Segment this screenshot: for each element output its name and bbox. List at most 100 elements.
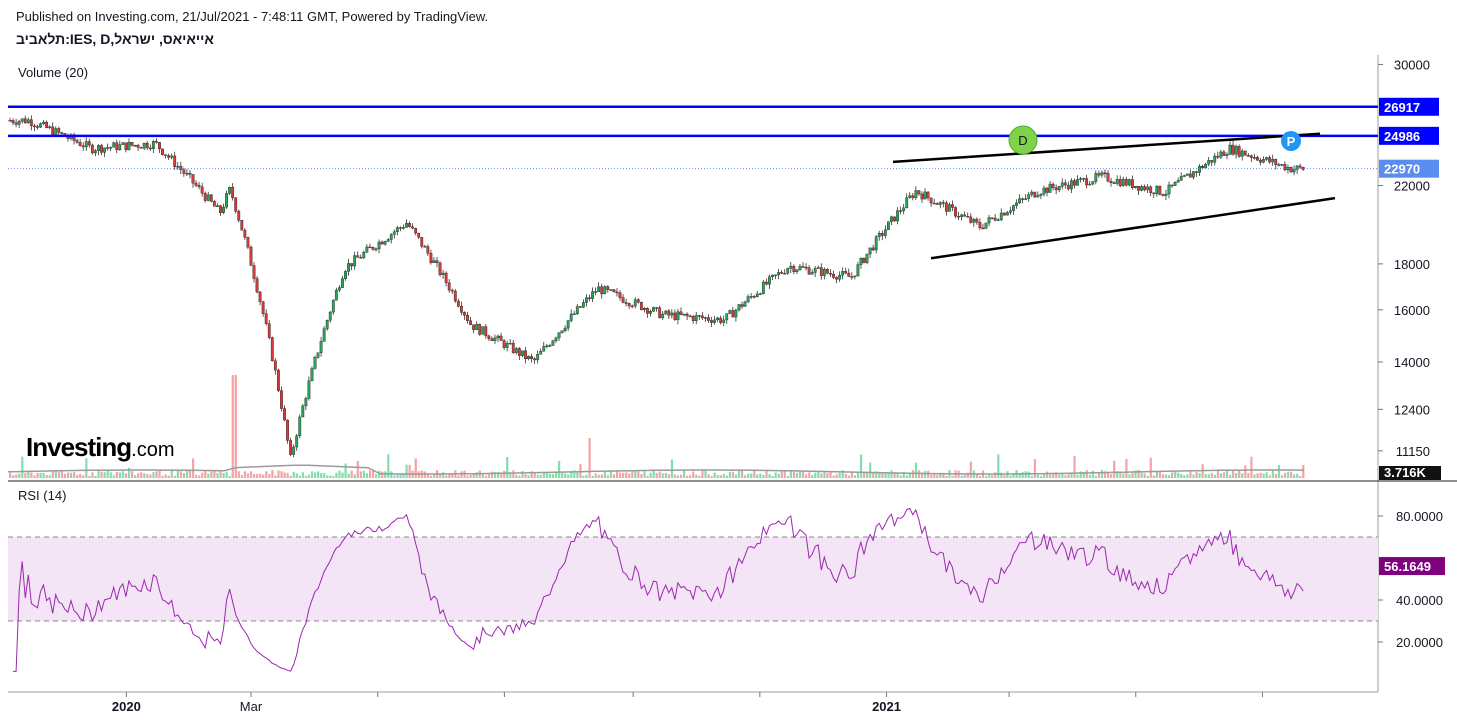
volume-bar — [1213, 474, 1216, 478]
candle-body — [792, 266, 796, 272]
volume-bar — [79, 474, 82, 478]
candle-body — [1143, 186, 1147, 191]
volume-bar — [811, 474, 814, 478]
volume-bar — [1256, 473, 1259, 478]
candle-body — [902, 207, 906, 212]
candle-body — [533, 358, 537, 361]
volume-bar — [936, 475, 939, 478]
resistance-tag-label: 24986 — [1384, 129, 1420, 144]
candle-body — [941, 202, 945, 204]
volume-bar — [1247, 472, 1250, 478]
volume-bar — [161, 475, 164, 478]
candle-body — [84, 141, 88, 148]
volume-bar — [640, 474, 643, 478]
volume-bar — [826, 472, 829, 478]
candle-body — [1079, 178, 1082, 180]
time-tick-label: Mar — [240, 699, 263, 714]
volume-bar — [179, 471, 182, 478]
volume-bar — [207, 473, 210, 478]
volume-bar — [594, 473, 597, 478]
volume-bar — [1286, 471, 1290, 478]
candle-body — [1262, 159, 1265, 163]
price-tick-label: 14000 — [1394, 355, 1430, 370]
candle-body — [115, 142, 119, 150]
price-chart[interactable]: 30000 22000 18000 16000 14000 12400 11150 26917… — [0, 0, 1457, 723]
candle-body — [731, 310, 735, 318]
candle-body — [1213, 155, 1217, 163]
volume-bar — [60, 470, 64, 478]
volume-bar — [1030, 475, 1033, 478]
candle-body — [365, 246, 369, 253]
volume-bar — [289, 475, 292, 478]
volume-bar — [70, 472, 73, 478]
candle-body — [1021, 198, 1025, 200]
volume-bar — [256, 473, 259, 478]
volume-bar — [192, 458, 195, 478]
candle-body — [1195, 171, 1198, 173]
price-tick-label: 18000 — [1394, 257, 1430, 272]
volume-bar — [204, 470, 207, 478]
candle-body — [914, 190, 918, 198]
volume-bar — [396, 475, 399, 478]
volume-bar — [978, 475, 982, 478]
candle-body — [521, 350, 524, 356]
candle-body — [472, 324, 475, 330]
volume-bar — [216, 472, 219, 478]
candle-body — [298, 416, 302, 437]
volume-bar — [561, 472, 564, 478]
volume-bar — [914, 462, 918, 478]
candle-body — [313, 357, 317, 369]
candle-body — [1240, 150, 1244, 157]
candle-body — [1103, 172, 1107, 174]
wedge-upper-trendline[interactable] — [892, 132, 1321, 164]
candle-body — [1161, 194, 1165, 196]
candle-body — [1298, 165, 1302, 168]
candle-body — [78, 142, 82, 147]
volume-bar — [1235, 473, 1238, 478]
volume-bar — [15, 474, 18, 478]
volume-bar — [1195, 471, 1198, 478]
volume-bar — [646, 475, 649, 478]
candle-body — [920, 193, 924, 200]
candle-body — [219, 205, 222, 213]
volume-bar — [76, 475, 79, 478]
volume-bar — [521, 471, 524, 478]
candle-body — [148, 147, 152, 150]
candle-body — [240, 219, 244, 231]
candle-body — [548, 345, 552, 347]
candle-body — [51, 126, 55, 136]
candle-body — [783, 273, 787, 275]
volume-bar — [820, 473, 823, 478]
volume-bar — [1100, 470, 1104, 478]
candle-body — [112, 142, 116, 148]
candle-body — [1015, 202, 1018, 206]
volume-bar — [1265, 472, 1268, 478]
rsi-value-tag-label: 56.1649 — [1384, 559, 1431, 574]
candle-body — [399, 227, 402, 229]
volume-bar — [728, 471, 731, 478]
candle-body — [118, 144, 122, 150]
candle-body — [1124, 179, 1128, 186]
volume-bar — [518, 475, 521, 478]
candle-body — [670, 312, 674, 316]
volume-bar — [716, 474, 719, 478]
volume-bar — [350, 470, 353, 478]
volume-bar — [1241, 473, 1244, 478]
volume-bar — [737, 470, 741, 478]
candle-body — [438, 262, 442, 275]
volume-bar — [158, 470, 161, 478]
candle-body — [1115, 179, 1119, 184]
candle-body — [588, 297, 591, 299]
volume-bar — [753, 470, 756, 478]
volume-bar — [137, 473, 140, 478]
candle-body — [487, 335, 491, 339]
candle-body — [746, 296, 750, 303]
rsi-tick-label: 40.0000 — [1396, 593, 1443, 608]
volume-bar — [988, 474, 991, 478]
candle-body — [899, 210, 903, 212]
volume-bar — [649, 472, 652, 478]
wedge-lower-trendline[interactable] — [930, 196, 1336, 260]
candle-body — [109, 146, 113, 149]
candle-body — [14, 122, 18, 125]
candle-body — [697, 315, 701, 317]
